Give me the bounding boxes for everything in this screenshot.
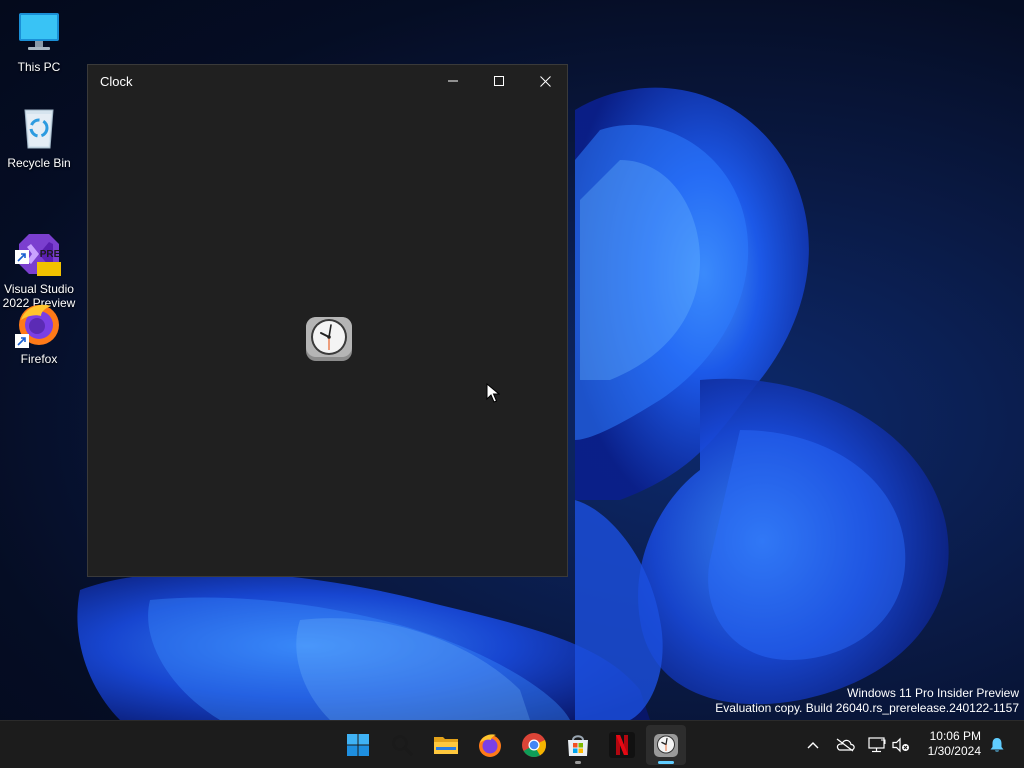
clock-window: Clock xyxy=(87,64,568,577)
firefox-icon xyxy=(479,734,501,757)
windows-watermark: Windows 11 Pro Insider Preview Evaluatio… xyxy=(715,686,1019,716)
taskbar-firefox[interactable] xyxy=(470,725,510,765)
store-icon xyxy=(568,735,588,756)
visual-studio-icon: PRE xyxy=(15,216,63,276)
clock-app-icon xyxy=(654,734,678,757)
shortcut-arrow-icon xyxy=(15,250,29,264)
window-titlebar[interactable]: Clock xyxy=(88,65,567,97)
chevron-up-icon xyxy=(807,742,819,749)
clock-app-icon xyxy=(304,313,354,363)
desktop-icon-recycle-bin[interactable]: Recycle Bin xyxy=(1,104,77,170)
taskbar-time: 10:06 PM xyxy=(929,729,981,743)
volume-muted-icon xyxy=(892,737,909,753)
notification-center-button[interactable] xyxy=(985,733,1009,757)
show-hidden-icons-button[interactable] xyxy=(801,733,825,757)
close-icon xyxy=(539,75,551,87)
desktop-icon-label: Recycle Bin xyxy=(7,156,71,170)
chrome-icon xyxy=(522,733,547,758)
pre-badge: PRE xyxy=(39,249,61,260)
minimize-icon xyxy=(448,80,458,82)
volume-tray-button[interactable] xyxy=(889,733,913,757)
minimize-button[interactable] xyxy=(430,65,476,97)
mouse-cursor-icon xyxy=(486,383,500,403)
taskbar-file-explorer[interactable] xyxy=(426,725,466,765)
watermark-line-2: Evaluation copy. Build 26040.rs_prerelea… xyxy=(715,701,1019,715)
bell-icon xyxy=(990,738,1004,752)
onedrive-tray-button[interactable] xyxy=(833,733,857,757)
taskbar-clock-datetime[interactable]: 10:06 PM 1/30/2024 xyxy=(928,729,981,759)
search-icon xyxy=(392,735,413,756)
taskbar-chrome[interactable] xyxy=(514,725,554,765)
desktop-icon-label: Firefox xyxy=(20,352,58,366)
active-indicator xyxy=(658,761,674,764)
onedrive-offline-icon xyxy=(836,738,855,752)
desktop-icon-this-pc[interactable]: This PC xyxy=(1,8,77,74)
windows-start-icon xyxy=(347,734,369,756)
network-icon xyxy=(868,737,886,753)
recycle-bin-icon xyxy=(15,104,63,152)
taskbar-start-button[interactable] xyxy=(338,725,378,765)
maximize-icon xyxy=(494,76,504,86)
maximize-button[interactable] xyxy=(476,65,522,97)
monitor-icon xyxy=(15,8,63,56)
window-title: Clock xyxy=(100,74,133,89)
taskbar: 10:06 PM 1/30/2024 xyxy=(0,720,1024,768)
netflix-icon xyxy=(609,732,635,758)
network-tray-button[interactable] xyxy=(865,733,889,757)
taskbar-microsoft-store[interactable] xyxy=(558,725,598,765)
taskbar-netflix[interactable] xyxy=(602,725,642,765)
folder-icon xyxy=(434,737,458,754)
watermark-line-1: Windows 11 Pro Insider Preview xyxy=(847,686,1019,700)
taskbar-search-button[interactable] xyxy=(382,725,422,765)
desktop-icon-firefox[interactable]: Firefox xyxy=(1,300,77,366)
desktop-icon-label: This PC xyxy=(17,60,61,74)
close-button[interactable] xyxy=(522,65,568,97)
taskbar-date: 1/30/2024 xyxy=(927,744,981,758)
running-indicator xyxy=(575,761,581,764)
taskbar-clock[interactable] xyxy=(646,725,686,765)
shortcut-arrow-icon xyxy=(15,334,29,348)
firefox-icon xyxy=(15,300,63,348)
